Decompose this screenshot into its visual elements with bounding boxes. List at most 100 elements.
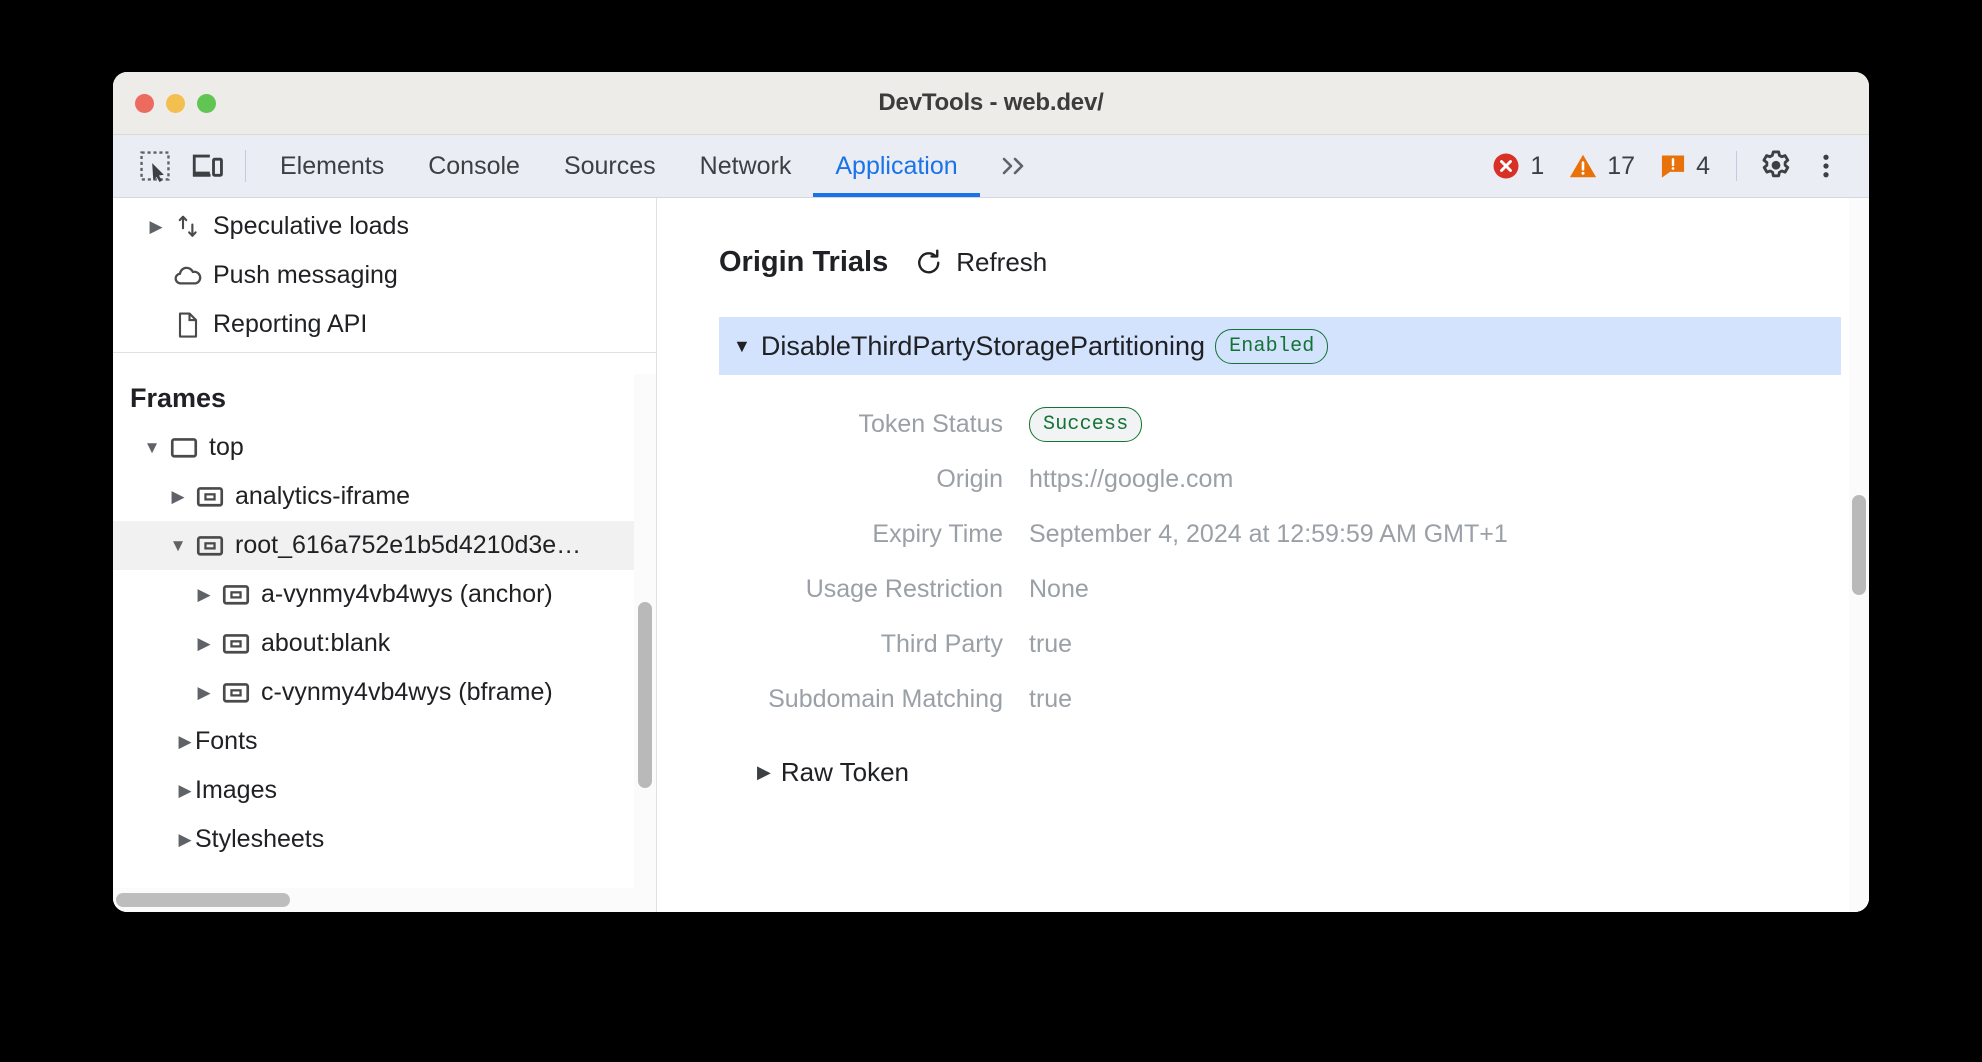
refresh-button[interactable]: Refresh [914,247,1047,278]
device-toolbar-icon [190,149,224,183]
sidebar-vscrollbar-thumb[interactable] [638,602,652,788]
tab-elements[interactable]: Elements [258,135,406,197]
sidebar-item-frame-root[interactable]: ▼ root_616a752e1b5d4210d3e… [113,521,656,570]
detail-row-usage-restriction: Usage Restriction None [733,562,1869,617]
main-vscrollbar-thumb[interactable] [1852,495,1866,595]
detail-value: true [1029,630,1072,659]
sidebar-item-stylesheets[interactable]: ▶ Stylesheets [113,815,656,864]
issue-icon [1659,152,1687,180]
detail-label: Third Party [733,630,1029,659]
sidebar-item-frame-anchor[interactable]: ▶ a-vynmy4vb4wys (anchor) [113,570,656,619]
sidebar-item-speculative-loads[interactable]: ▶ Speculative loads [113,202,656,251]
sidebar-item-frame-bframe[interactable]: ▶ c-vynmy4vb4wys (bframe) [113,668,656,717]
more-tabs-button[interactable] [980,135,1048,197]
warning-counter[interactable]: 17 [1556,151,1647,181]
sidebar-item-reporting-api[interactable]: Reporting API [113,300,656,349]
detail-row-origin: Origin https://google.com [733,452,1869,507]
sidebar-item-frame-about-blank[interactable]: ▶ about:blank [113,619,656,668]
tab-console[interactable]: Console [406,135,542,197]
chevron-right-icon[interactable]: ▶ [175,830,195,850]
token-status-badge: Success [1029,407,1142,442]
refresh-label: Refresh [956,247,1047,278]
window-title: DevTools - web.dev/ [113,89,1869,117]
main-menu-button[interactable] [1801,141,1851,191]
tab-sources[interactable]: Sources [542,135,678,197]
origin-trials-header: Origin Trials Refresh [719,246,1869,279]
detail-label: Subdomain Matching [733,685,1029,714]
document-icon [169,310,207,340]
tab-network[interactable]: Network [678,135,814,197]
maximize-window-button[interactable] [197,94,216,113]
speculative-loads-icon [169,212,207,242]
sidebar-item-label: Reporting API [213,310,367,339]
chevron-down-icon[interactable]: ▼ [165,536,191,556]
tab-console-label: Console [428,152,520,181]
chevron-down-icon[interactable]: ▼ [139,438,165,458]
page-title: Origin Trials [719,246,888,279]
window-titlebar: DevTools - web.dev/ [113,72,1869,135]
chevron-right-icon[interactable]: ▶ [757,762,771,783]
sidebar-item-push-messaging[interactable]: Push messaging [113,251,656,300]
origin-trials-panel: Origin Trials Refresh ▼ [657,198,1869,912]
detail-row-third-party: Third Party true [733,617,1869,672]
sidebar-item-label: analytics-iframe [235,482,410,511]
raw-token-toggle[interactable]: ▶ Raw Token [719,757,1869,788]
sidebar-hscrollbar-thumb[interactable] [116,893,290,907]
iframe-icon [191,481,229,513]
origin-trials-content: Origin Trials Refresh ▼ [657,198,1869,788]
tab-application-label: Application [835,152,957,181]
sidebar-item-frame-top[interactable]: ▼ top [113,423,656,472]
sidebar-item-label: c-vynmy4vb4wys (bframe) [261,678,553,707]
chevron-double-right-icon [996,153,1032,179]
sidebar-item-images[interactable]: ▶ Images [113,766,656,815]
sidebar-item-label: Speculative loads [213,212,409,241]
sidebar-item-label: a-vynmy4vb4wys (anchor) [261,580,553,609]
close-window-button[interactable] [135,94,154,113]
issues-count: 4 [1696,152,1710,181]
chevron-right-icon[interactable]: ▶ [165,487,191,507]
detail-row-token-status: Token Status Success [733,397,1869,452]
chevron-right-icon[interactable]: ▶ [143,217,169,237]
sidebar-item-frame-analytics-iframe[interactable]: ▶ analytics-iframe [113,472,656,521]
chevron-right-icon[interactable]: ▶ [191,634,217,654]
device-toolbar-button[interactable] [181,142,233,190]
toolbar-status-area: 1 17 [1479,141,1857,191]
iframe-icon [217,628,255,660]
chevron-down-icon[interactable]: ▼ [733,336,751,357]
chevron-right-icon[interactable]: ▶ [175,732,195,752]
tab-sources-label: Sources [564,152,656,181]
warning-count: 17 [1607,152,1635,181]
error-count: 1 [1530,152,1544,181]
detail-value: https://google.com [1029,465,1233,494]
traffic-lights [135,94,216,113]
kebab-menu-icon [1811,151,1841,181]
tab-application[interactable]: Application [813,135,979,197]
error-icon [1491,151,1521,181]
inspect-element-icon [138,149,172,183]
frame-top-icon [165,432,203,464]
chevron-right-icon[interactable]: ▶ [191,683,217,703]
devtools-window: DevTools - web.dev/ [113,72,1869,912]
screen: DevTools - web.dev/ [0,0,1982,1062]
sidebar-section-divider [113,352,656,353]
inspect-element-button[interactable] [129,142,181,190]
issues-counter[interactable]: 4 [1647,152,1722,181]
error-counter[interactable]: 1 [1479,151,1556,181]
detail-row-expiry-time: Expiry Time September 4, 2024 at 12:59:5… [733,507,1869,562]
toolbar-divider [245,150,246,182]
sidebar-item-fonts[interactable]: ▶ Fonts [113,717,656,766]
panel-tabs: Elements Console Sources Network Applica… [258,135,1048,197]
application-sidebar: ▶ Speculative loads [113,198,657,912]
tab-network-label: Network [700,152,792,181]
origin-trial-row[interactable]: ▼ DisableThirdPartyStoragePartitioning E… [719,317,1841,375]
settings-button[interactable] [1751,141,1801,191]
origin-trial-details: Token Status Success Origin https://goog… [719,397,1869,727]
gear-icon [1758,148,1794,184]
minimize-window-button[interactable] [166,94,185,113]
frames-section-title: Frames [113,374,656,423]
devtools-body: ▶ Speculative loads [113,198,1869,912]
chevron-right-icon[interactable]: ▶ [175,781,195,801]
sidebar-item-label: root_616a752e1b5d4210d3e… [235,531,581,560]
chevron-right-icon[interactable]: ▶ [191,585,217,605]
detail-value: None [1029,575,1089,604]
